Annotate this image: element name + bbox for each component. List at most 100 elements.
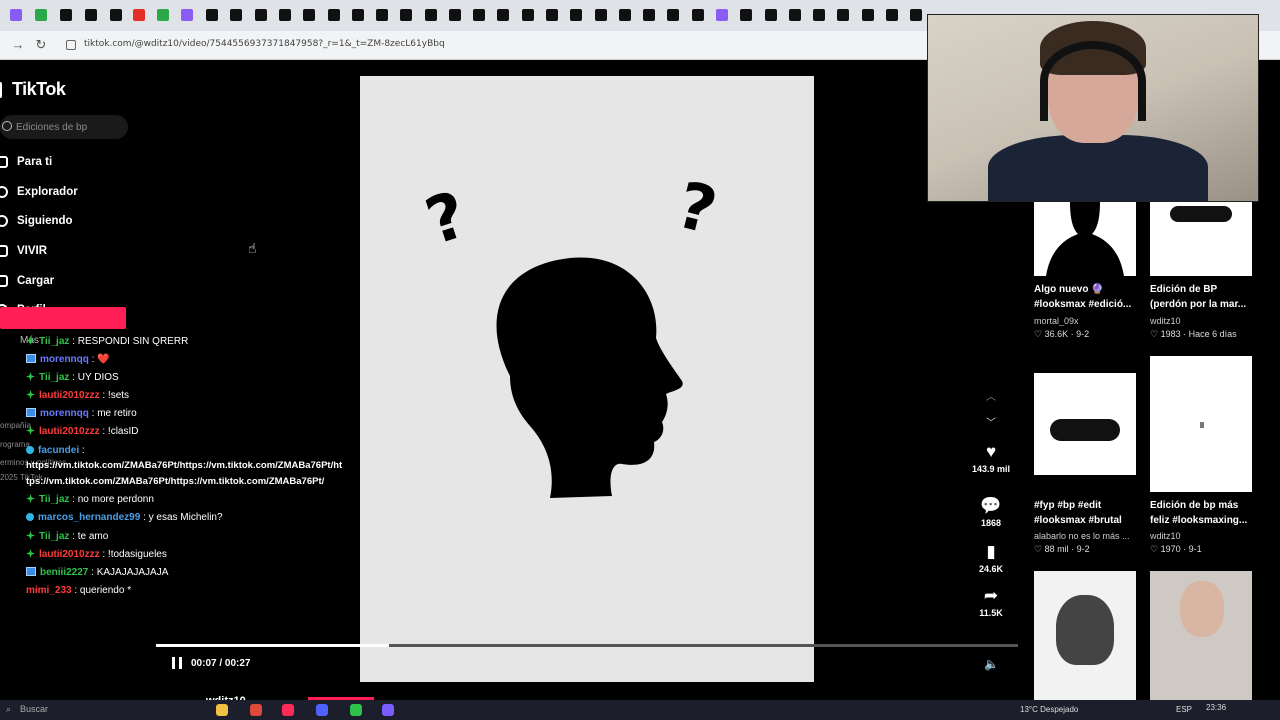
chat-text: : !clasID (102, 426, 139, 437)
pill-graphic (1170, 206, 1232, 222)
chrome-icon[interactable] (250, 704, 262, 716)
share-icon: ➦ (983, 586, 999, 605)
video-thumbnail[interactable] (1034, 373, 1136, 475)
save-button[interactable]: ▮ 24.6K (960, 542, 1022, 574)
url-field[interactable]: tiktok.com/@wditz10/video/75445569373718… (84, 39, 445, 49)
tab-icon[interactable] (10, 9, 22, 21)
video-thumbnail[interactable] (1150, 356, 1252, 492)
tab-icon[interactable] (133, 9, 145, 21)
tab-icon[interactable] (157, 9, 169, 21)
tab-icon[interactable] (837, 9, 849, 21)
tab-icon[interactable] (35, 9, 47, 21)
card-author[interactable]: mortal_09x (1034, 316, 1138, 326)
tab-icon[interactable] (303, 9, 315, 21)
tiktok-taskbar-icon[interactable] (282, 704, 294, 716)
previous-video-icon[interactable]: ︿ (986, 388, 996, 403)
reload-icon[interactable]: ↻ (33, 37, 49, 53)
tab-icon[interactable] (619, 9, 631, 21)
chat-badge-icon (26, 446, 34, 454)
file-explorer-icon[interactable] (216, 704, 228, 716)
tab-icon[interactable] (206, 9, 218, 21)
app-icon[interactable] (382, 704, 394, 716)
sidebar-item-label: Siguiendo (17, 215, 73, 227)
forward-icon[interactable]: → (10, 37, 26, 53)
chat-username: Tii_jaz (39, 531, 70, 542)
site-info-icon[interactable] (66, 40, 76, 50)
tab-icon[interactable] (497, 9, 509, 21)
tab-icon[interactable] (716, 9, 728, 21)
language-indicator[interactable]: ESP (1176, 705, 1192, 714)
tab-icon[interactable] (667, 9, 679, 21)
tab-icon[interactable] (643, 9, 655, 21)
tab-icon[interactable] (400, 9, 412, 21)
tab-icon[interactable] (60, 9, 72, 21)
tab-icon[interactable] (425, 9, 437, 21)
tab-icon[interactable] (328, 9, 340, 21)
card-author[interactable]: wditz10 (1150, 531, 1254, 541)
tab-icon[interactable] (886, 9, 898, 21)
tab-icon[interactable] (765, 9, 777, 21)
tab-icon[interactable] (570, 9, 582, 21)
tab-icon[interactable] (546, 9, 558, 21)
tab-icon[interactable] (449, 9, 461, 21)
chat-username: lautii2010zzz (39, 390, 100, 401)
tab-icon[interactable] (181, 9, 193, 21)
sidebar-item-para-ti[interactable]: Para ti (0, 152, 52, 172)
tab-icon[interactable] (910, 9, 922, 21)
card-title[interactable]: #fyp #bp #edit #looksmax #brutal (1034, 498, 1138, 528)
pause-icon[interactable] (172, 657, 182, 669)
home-icon (0, 156, 8, 168)
search-box[interactable]: Ediciones de bp (0, 115, 128, 139)
chat-text: : !sets (102, 390, 130, 401)
chat-username: lautii2010zzz (39, 426, 100, 437)
compass-icon (0, 186, 8, 198)
tab-icon[interactable] (255, 9, 267, 21)
comment-button[interactable]: 💬 1868 (960, 496, 1022, 528)
taskbar-search[interactable]: Buscar (20, 704, 48, 714)
video-thumbnail[interactable] (1034, 202, 1136, 276)
tab-icon[interactable] (473, 9, 485, 21)
card-author[interactable]: wditz10 (1150, 316, 1254, 326)
tab-icon[interactable] (352, 9, 364, 21)
sidebar-item-explorador[interactable]: Explorador (0, 182, 78, 202)
progress-bar[interactable] (156, 644, 1018, 647)
tab-icon[interactable] (862, 9, 874, 21)
like-count: 143.9 mil (971, 464, 1011, 474)
video-thumbnail[interactable] (1150, 202, 1252, 276)
chat-message: Tii_jaz : no more perdonn (26, 494, 154, 505)
tab-icon[interactable] (230, 9, 242, 21)
chat-username: beniii2227 (40, 567, 89, 578)
card-title[interactable]: Edición de BP (perdón por la mar... (1150, 282, 1254, 312)
tab-icon[interactable] (279, 9, 291, 21)
tab-icon[interactable] (522, 9, 534, 21)
app-icon[interactable] (316, 704, 328, 716)
share-button[interactable]: ➦ 11.5K (960, 586, 1022, 618)
weather-status[interactable]: 13°C Despejado (1020, 705, 1078, 714)
video-frame[interactable]: ? ? (360, 76, 814, 682)
tab-icon[interactable] (789, 9, 801, 21)
tab-icon[interactable] (740, 9, 752, 21)
video-thumbnail[interactable] (1034, 571, 1136, 700)
video-player[interactable]: ? ? ︿ ﹀ ♥ 143.9 mil 💬 1868 ▮ 24.6K ➦ 11.… (156, 76, 1018, 682)
tiktok-logo[interactable]: TikTok (12, 79, 66, 100)
card-title[interactable]: Edición de bp más feliz #looksmaxing... (1150, 498, 1254, 528)
next-video-icon[interactable]: ﹀ (986, 414, 996, 429)
tab-icon[interactable] (595, 9, 607, 21)
tab-icon[interactable] (692, 9, 704, 21)
card-author[interactable]: alabarlo no es lo más ... (1034, 531, 1138, 541)
whatsapp-icon[interactable] (350, 704, 362, 716)
tab-icon[interactable] (85, 9, 97, 21)
volume-icon[interactable]: 🔈 (984, 657, 999, 671)
tab-icon[interactable] (376, 9, 388, 21)
like-button[interactable]: ♥ 143.9 mil (960, 442, 1022, 474)
search-input[interactable]: Ediciones de bp (16, 122, 87, 133)
tab-icon[interactable] (110, 9, 122, 21)
tab-icon[interactable] (813, 9, 825, 21)
video-thumbnail[interactable] (1150, 571, 1252, 700)
card-title[interactable]: Algo nuevo 🔮 #looksmax #edició... (1034, 282, 1138, 312)
chat-badge-icon (26, 549, 35, 558)
sidebar-item-siguiendo[interactable]: Siguiendo (0, 211, 73, 231)
sidebar-item-vivir[interactable]: VIVIR (0, 241, 47, 261)
clock[interactable]: 23:36 (1206, 703, 1226, 712)
sidebar-item-cargar[interactable]: Cargar (0, 271, 54, 291)
